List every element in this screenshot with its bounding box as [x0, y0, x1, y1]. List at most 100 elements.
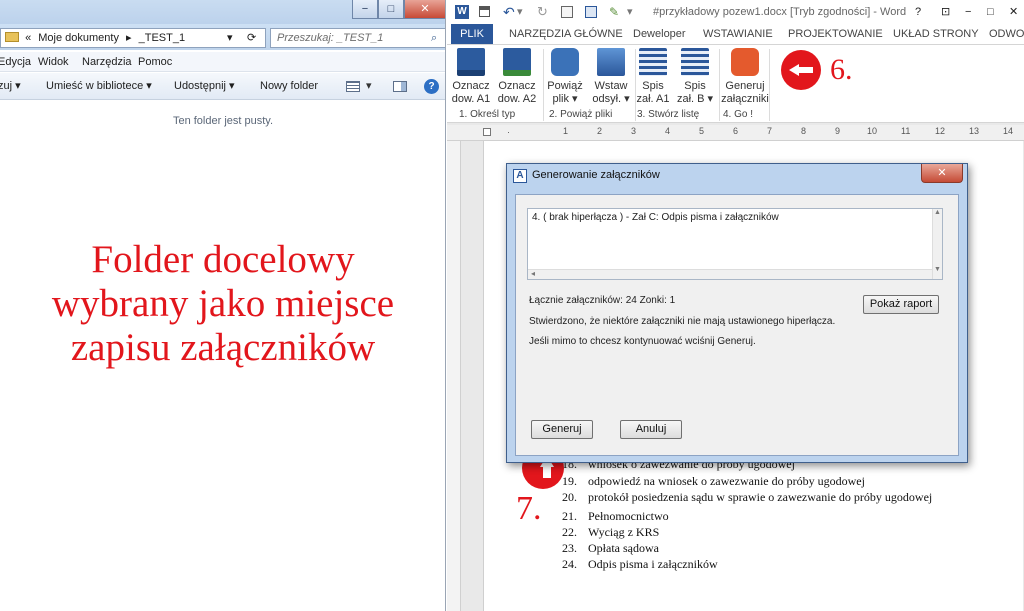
help-icon[interactable]: ? [915, 0, 921, 24]
quick-access-icon[interactable] [585, 6, 597, 18]
ruler-tick: 12 [935, 126, 946, 136]
help-icon[interactable]: ? [424, 79, 439, 94]
search-input[interactable]: Przeszukaj: _TEST_1 ⌕ [270, 28, 445, 48]
button-label: Oznacz [498, 80, 536, 92]
missing-links-list[interactable]: 4. ( brak hiperłącza ) - Zał C: Odpis pi… [527, 208, 943, 280]
menu-pomoc[interactable]: Pomoc [138, 52, 172, 72]
tab-stop-selector-icon[interactable] [483, 128, 491, 136]
close-button[interactable]: ✕ [1009, 0, 1018, 24]
mark-a1-icon [457, 48, 485, 76]
ruler-tick: 5 [699, 126, 705, 136]
generate-icon [731, 48, 759, 76]
empty-folder-message: Ten folder jest pusty. [172, 115, 274, 127]
list-item-24[interactable]: 24. Odpis pisma i załączników [562, 557, 718, 572]
insert-reference-button[interactable]: Wstaw odsył. ▾ [589, 48, 633, 106]
list-b-button[interactable]: Spis zał. B ▾ [673, 48, 717, 106]
annotation-line: zapisu załączników [70, 326, 376, 369]
address-back-chevrons[interactable]: « [25, 32, 31, 44]
vertical-scrollbar[interactable]: ▲ ▼ [932, 209, 942, 279]
link-file-button[interactable]: Powiąż plik ▾ [543, 48, 587, 106]
list-text: Opłata sądowa [588, 541, 659, 555]
breadcrumb-moje-dokumenty[interactable]: Moje dokumenty [38, 32, 119, 44]
tab-odwolania[interactable]: ODWO [989, 24, 1024, 44]
list-number: 20. [562, 490, 577, 504]
list-item-19[interactable]: 19. odpowiedź na wniosek o zawezwanie do… [562, 474, 865, 489]
tab-wstawianie[interactable]: WSTAWIANIE [703, 24, 773, 44]
include-in-library-button[interactable]: Umieść w bibliotece ▾ [46, 73, 152, 100]
address-dropdown-icon[interactable]: ▾ [227, 29, 233, 47]
quick-access-icon[interactable] [561, 6, 573, 18]
list-text: odpowiedź na wniosek o zawezwanie do pró… [588, 474, 865, 488]
button-label: załączniki [721, 93, 769, 105]
close-button[interactable]: ✕ [404, 0, 445, 19]
show-report-button[interactable]: Pokaż raport [863, 295, 939, 314]
button-label: Spis [642, 80, 664, 92]
tab-narzedzia-glowne[interactable]: NARZĘDZIA GŁÓWNE [509, 24, 623, 44]
warning-message: Stwierdzono, że niektóre załączniki nie … [529, 316, 836, 327]
horizontal-ruler[interactable]: · 1 2 3 4 5 6 7 8 9 10 11 12 13 14 [447, 125, 1024, 141]
ruler-tick: 1 [563, 126, 569, 136]
list-item[interactable]: 4. ( brak hiperłącza ) - Zał C: Odpis pi… [532, 212, 779, 223]
list-item-22[interactable]: 22. Wyciąg z KRS [562, 525, 659, 540]
new-folder-button[interactable]: Nowy folder [260, 73, 318, 100]
ruler-tick: 11 [901, 126, 911, 136]
cancel-button[interactable]: Anuluj [620, 420, 682, 439]
ruler-tick: 14 [1003, 126, 1014, 136]
horizontal-scrollbar[interactable]: ◂ [528, 269, 932, 279]
organize-button[interactable]: zuj ▾ [0, 73, 21, 100]
view-options-icon[interactable] [346, 81, 360, 92]
menu-narzedzia[interactable]: Narzędzia [82, 52, 132, 72]
button-label: Wstaw [594, 80, 628, 92]
group-label-powiaz-pliki: 2. Powiąż pliki [549, 109, 613, 120]
generate-button[interactable]: Generuj [531, 420, 593, 439]
list-item-21[interactable]: 21. Pełnomocnictwo [562, 509, 669, 524]
search-icon[interactable]: ⌕ [431, 29, 437, 47]
customize-qat-icon[interactable]: ▾ [627, 0, 633, 24]
breadcrumb-separator[interactable]: ▸ [126, 32, 132, 44]
generate-attachments-button[interactable]: Generuj załączniki [721, 48, 769, 106]
tab-projektowanie[interactable]: PROJEKTOWANIE [788, 24, 883, 44]
redo-icon[interactable]: ↻ [537, 0, 548, 24]
list-text: Odpis pisma i załączników [588, 557, 718, 571]
list-item-20[interactable]: 20. protokół posiedzenia sądu w sprawie … [562, 490, 932, 505]
mark-a1-button[interactable]: Oznacz dow. A1 [449, 48, 493, 106]
format-painter-icon[interactable]: ✎ [609, 0, 619, 24]
explorer-toolbar: zuj ▾ Umieść w bibliotece ▾ Udostępnij ▾… [0, 73, 445, 100]
tab-plik[interactable]: PLIK [451, 24, 493, 44]
ribbon-display-icon[interactable]: ⊡ [941, 0, 950, 24]
list-a1-icon [639, 48, 667, 76]
minimize-button[interactable]: − [352, 0, 378, 19]
ruler-tick: 8 [801, 126, 807, 136]
button-label: Spis [684, 80, 706, 92]
undo-dropdown-icon[interactable]: ▾ [517, 0, 523, 24]
menu-edycja[interactable]: Edycja [0, 52, 31, 72]
minimize-button[interactable]: − [965, 0, 971, 24]
annotation-line: wybrany jako miejsce [51, 282, 395, 325]
list-text: Wyciąg z KRS [588, 525, 660, 539]
refresh-icon[interactable]: ⟳ [247, 29, 256, 47]
breadcrumb-test-folder[interactable]: _TEST_1 [139, 32, 185, 44]
maximize-button[interactable]: □ [987, 0, 994, 24]
list-a1-button[interactable]: Spis zał. A1 [631, 48, 675, 106]
dialog-close-button[interactable]: ✕ [921, 164, 963, 183]
dialog-app-icon: A [513, 169, 527, 183]
share-button[interactable]: Udostępnij ▾ [174, 73, 235, 100]
address-bar[interactable]: « Moje dokumenty ▸ _TEST_1 ▾ ⟳ [0, 28, 266, 48]
undo-icon[interactable]: ↶ [503, 0, 515, 24]
arrow-left-icon [781, 50, 821, 90]
tab-uklad-strony[interactable]: UKŁAD STRONY [893, 24, 979, 44]
view-dropdown-icon[interactable]: ▾ [366, 73, 372, 100]
ruler-tick: 10 [867, 126, 878, 136]
maximize-button[interactable]: □ [378, 0, 404, 19]
save-icon[interactable] [479, 6, 490, 17]
ruler-scale: · 1 2 3 4 5 6 7 8 9 10 11 12 13 14 [507, 125, 1024, 141]
preview-pane-icon[interactable] [393, 81, 407, 92]
menu-widok[interactable]: Widok [38, 52, 69, 72]
mark-a2-button[interactable]: Oznacz dow. A2 [495, 48, 539, 106]
button-label: Oznacz [452, 80, 490, 92]
vertical-ruler[interactable] [447, 141, 461, 611]
list-item-23[interactable]: 23. Opłata sądowa [562, 541, 659, 556]
word-logo-icon: W [455, 5, 469, 19]
list-text: protokół posiedzenia sądu w sprawie o za… [588, 490, 933, 504]
tab-deweloper[interactable]: Deweloper [633, 24, 686, 44]
